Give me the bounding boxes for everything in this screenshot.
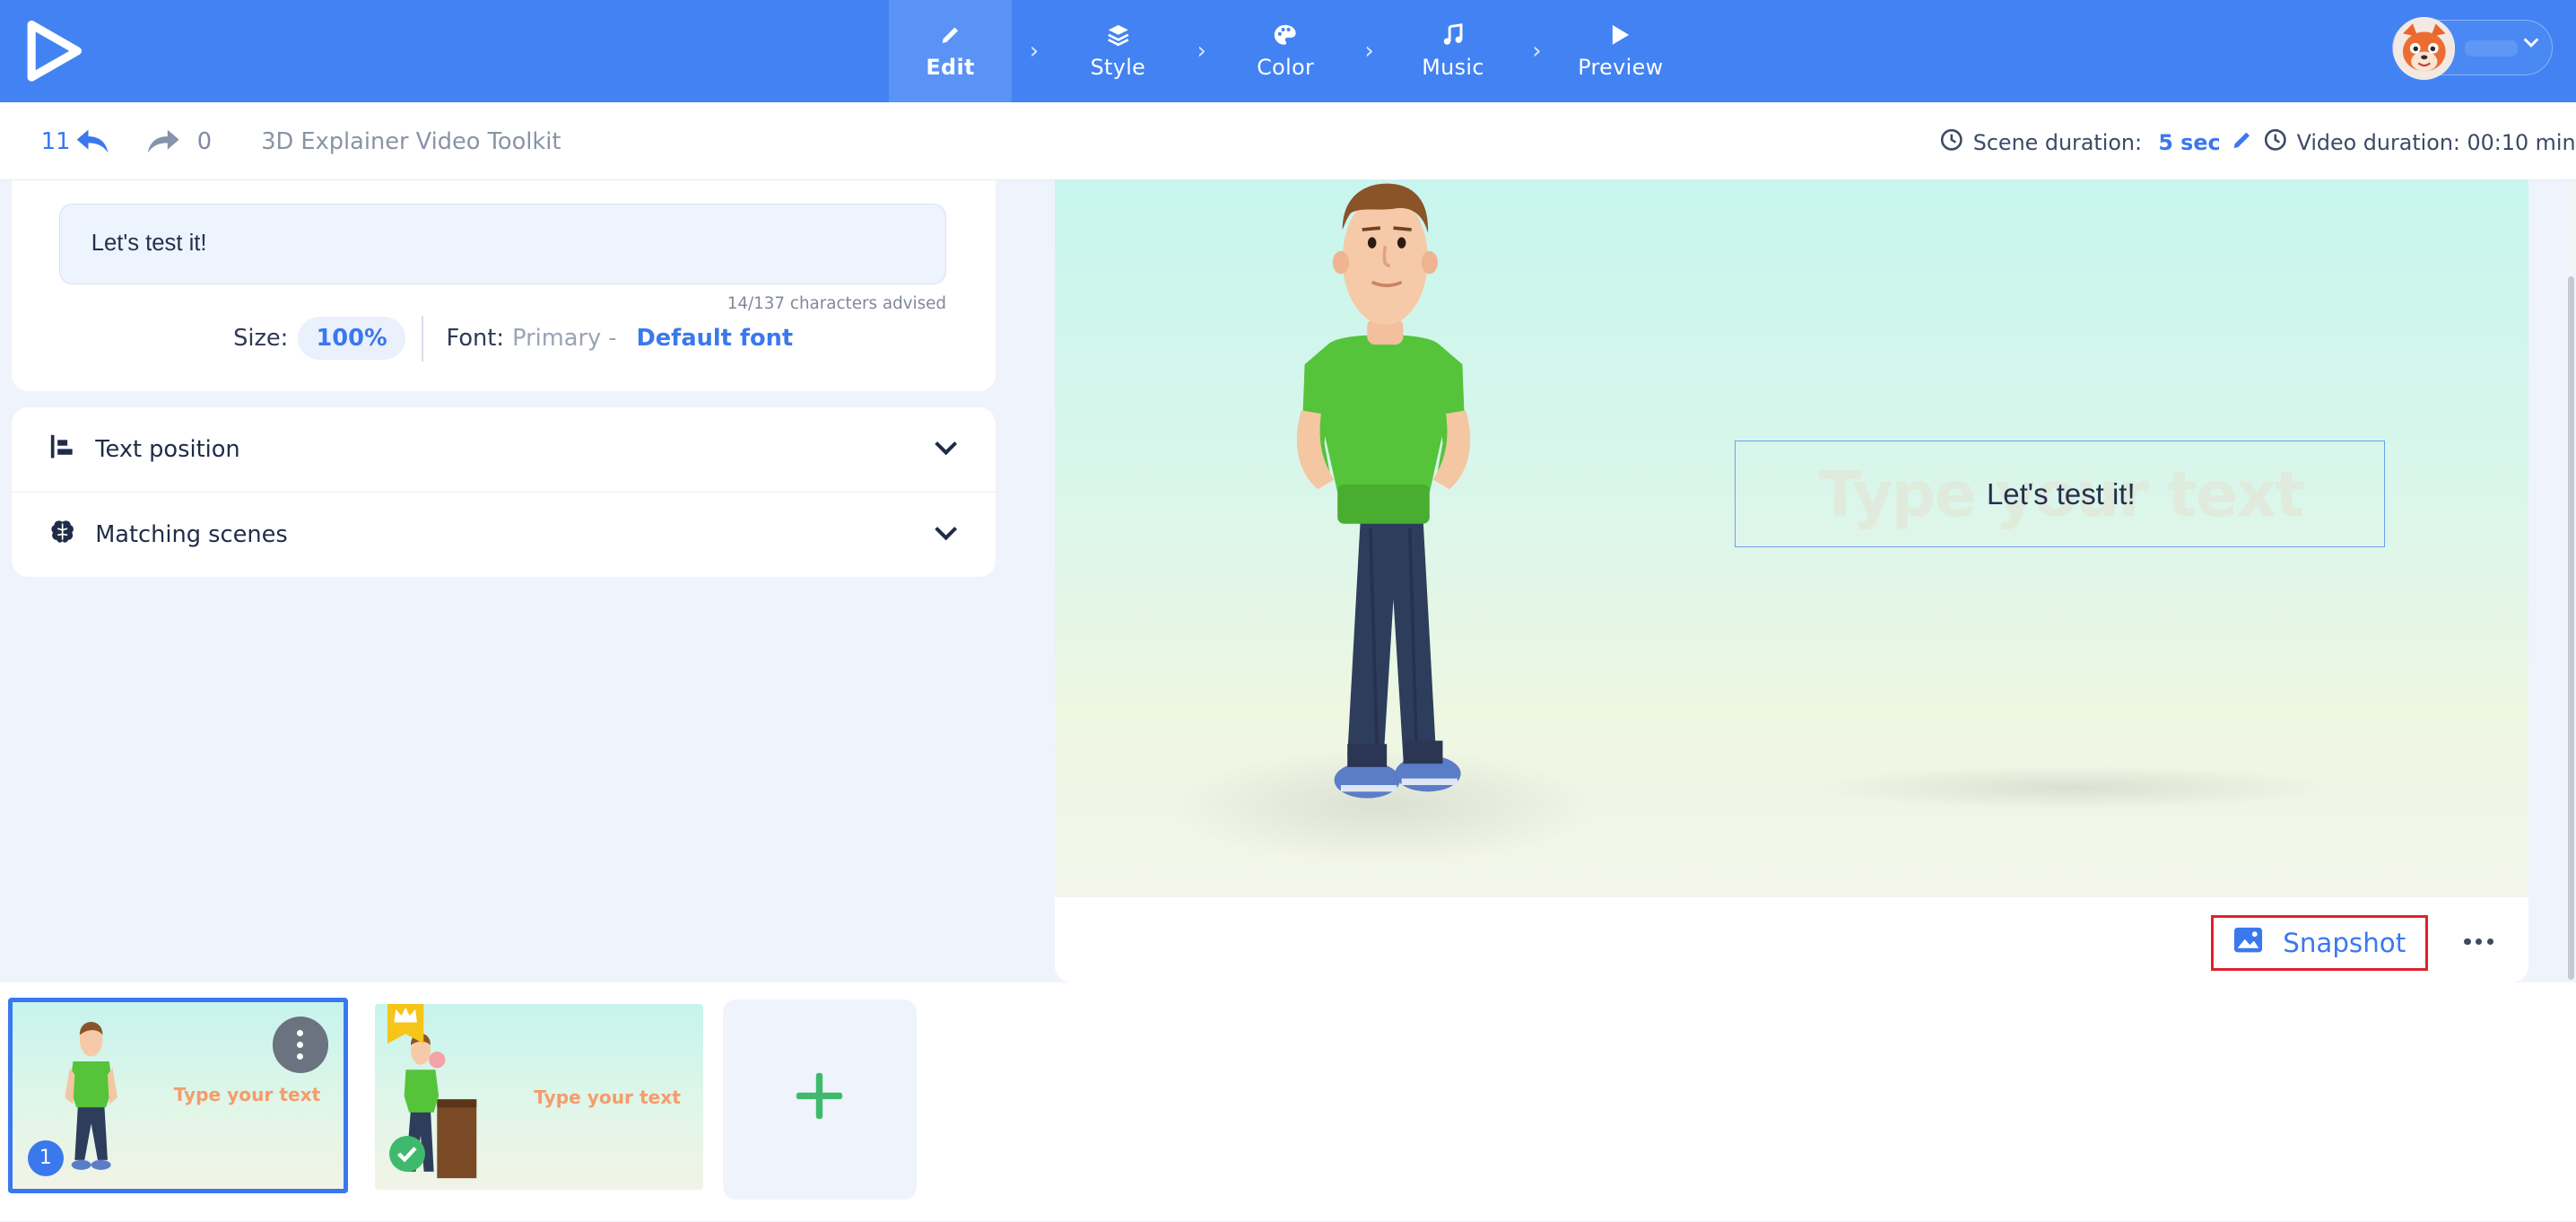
accordion-matching-scenes[interactable]: Matching scenes [12,493,996,576]
crown-icon [387,1004,424,1044]
chevron-down-icon [2521,34,2541,57]
step-color[interactable]: Color [1224,0,1347,102]
scene-duration-value[interactable]: 5 sec [2158,130,2220,155]
scene-menu-button[interactable] [272,1017,328,1073]
check-icon [389,1135,426,1172]
clock-icon [2264,128,2287,157]
character-figure [1296,184,1470,799]
music-note-icon [1441,22,1465,48]
scene-text: Let's test it! [1986,477,2136,511]
app-root: Edit › Style › Color › Music › Preview 1… [0,0,2576,1221]
plus-icon [795,1071,844,1127]
snapshot-label: Snapshot [2283,928,2406,959]
step-music[interactable]: Music [1391,0,1514,102]
step-label: Style [1090,55,1146,81]
chevron-down-icon [933,522,959,549]
project-title: 3D Explainer Video Toolkit [261,127,561,155]
scene-duration: Scene duration: 5 sec [1940,128,2253,157]
play-icon [1611,22,1631,48]
more-options-button[interactable] [2464,929,2497,955]
scene-thumbnail-1[interactable]: Type your text 1 [8,997,349,1193]
text-editor-panel: Let's test it! 14/137 characters advised… [11,180,996,391]
chevron-down-icon [933,437,959,464]
chevron-right-icon: › [1029,37,1040,65]
brain-icon [49,519,75,551]
user-name-redacted [2465,39,2518,57]
user-menu[interactable] [2391,17,2554,80]
redo-icon[interactable] [146,127,182,162]
font-category: Primary - [512,325,617,353]
layers-icon [1107,22,1130,48]
scrollbar-thumb[interactable] [2567,275,2575,980]
app-logo[interactable] [23,20,86,83]
scene-thumbnail-text: Type your text [173,1084,321,1106]
add-scene-button[interactable] [722,999,918,1200]
text-box[interactable]: Type your text Let's test it! [1735,440,2386,547]
step-label: Music [1422,55,1484,81]
accordion-label: Matching scenes [95,521,288,549]
scene-preview-card: Type your text Let's test it! Snapshot [1054,180,2528,983]
size-label: Size: [233,325,289,353]
scene-text-input[interactable]: Let's test it! [58,204,946,284]
divider [422,315,423,362]
step-label: Edit [926,55,975,81]
chevron-right-icon: › [1197,37,1206,65]
undo-icon[interactable] [74,127,109,162]
palette-icon [1273,22,1297,48]
step-edit[interactable]: Edit [888,0,1013,102]
scene-canvas[interactable]: Type your text Let's test it! [1054,180,2528,898]
settings-accordion: Text position Matching scenes [11,407,996,577]
character-count: 14/137 characters advised [727,293,946,313]
image-icon [2233,927,2263,959]
pencil-icon[interactable] [2231,128,2254,157]
accordion-text-position[interactable]: Text position [12,407,996,491]
chevron-right-icon: › [1364,37,1374,65]
accordion-label: Text position [95,435,240,463]
align-left-icon [49,433,75,466]
character-figure [65,1021,118,1170]
step-style[interactable]: Style [1057,0,1179,102]
workflow-steps: Edit › Style › Color › Music › Preview [888,0,1683,102]
text-style-row: Size: 100% Font: Primary - Default font [233,315,794,362]
step-label: Preview [1578,55,1664,81]
undo-count: 11 [40,127,71,155]
scene-thumbnail-2[interactable]: Type your text [374,1004,703,1191]
clock-icon [1940,128,1963,157]
scene-thumbnail-text: Type your text [534,1086,681,1108]
pencil-icon [939,22,962,48]
step-label: Color [1257,55,1315,81]
project-toolbar: 11 0 3D Explainer Video Toolkit Scene du… [0,101,2576,181]
redo-count: 0 [196,127,213,155]
text-shadow [1810,764,2337,810]
scene-number-badge: 1 [27,1139,64,1176]
font-label: Font: [446,325,504,353]
scenes-timeline: Type your text 1 Type your text [0,982,2576,1221]
top-navigation-bar: Edit › Style › Color › Music › Preview [0,0,2576,102]
avatar [2392,17,2456,80]
font-selector[interactable]: Default font [637,325,794,352]
scene-duration-label: Scene duration: [1972,129,2143,155]
size-selector[interactable]: 100% [298,317,405,361]
step-preview[interactable]: Preview [1559,0,1682,102]
snapshot-button[interactable]: Snapshot [2211,915,2429,972]
video-duration: Video duration: 00:10 min [2264,128,2576,157]
video-duration-text: Video duration: 00:10 min [2296,129,2576,155]
chevron-right-icon: › [1532,37,1542,65]
